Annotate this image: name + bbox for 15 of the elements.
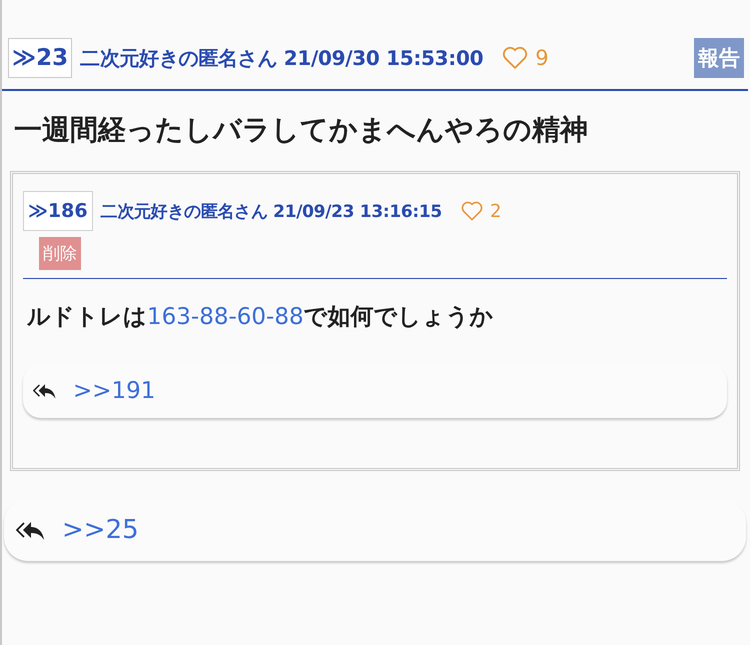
number-link[interactable]: 163-88-60-88 [147,304,304,330]
report-button[interactable]: 報告 [694,38,744,78]
post-number-link[interactable]: ≫186 [23,191,93,231]
reply-link[interactable]: >>191 [73,378,156,404]
post-text: 一週間経ったしバラしてかまへんやろの精神 [13,112,589,148]
delete-button[interactable]: 削除 [39,237,81,270]
like-count: 9 [535,46,549,70]
heart-icon [460,200,484,222]
heart-icon [501,45,530,71]
author-date: 二次元好きの匿名さん 21/09/23 13:16:15 [100,200,442,222]
like-count: 2 [490,200,502,222]
quoted-post-text: ルドトレは163-88-60-88で如何でしょうか [26,303,495,332]
reply-link[interactable]: >>25 [62,515,139,545]
author-date: 二次元好きの匿名さん 21/09/30 15:53:00 [80,44,484,72]
post-number-link[interactable]: ≫23 [8,38,72,78]
